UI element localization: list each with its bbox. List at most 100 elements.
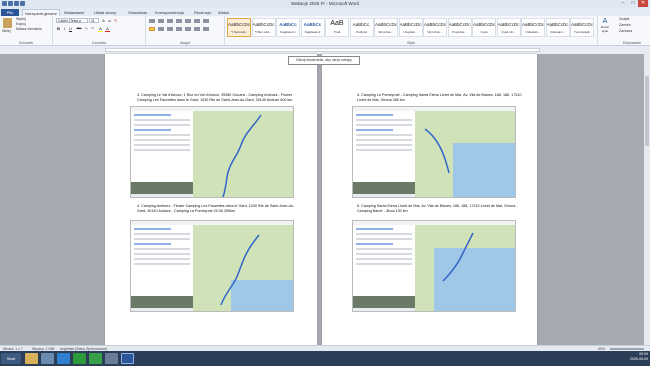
tab-references[interactable]: Odwołania <box>126 9 149 16</box>
horizontal-ruler[interactable] <box>0 46 650 54</box>
style-sample: AaBbCcDc <box>497 22 520 27</box>
route-item-4: 4. Camping Ambuez - Flower Camping Les F… <box>137 204 295 213</box>
clock-date[interactable]: 2025-06-09 <box>630 357 648 362</box>
map-screenshot-5 <box>352 106 516 198</box>
select-button[interactable]: Zaznacz <box>619 29 632 33</box>
shading-icon[interactable] <box>194 27 200 31</box>
line-spacing-icon[interactable] <box>185 27 191 31</box>
paste-icon[interactable] <box>3 18 12 28</box>
close-button[interactable]: ✕ <box>638 0 648 7</box>
style-tile[interactable]: AaBbCcDc ¶ Bez odst... <box>251 18 276 37</box>
style-tile[interactable]: AaBbCcDc Cytat intr... <box>496 18 521 37</box>
style-tile[interactable]: AaBbCcDc Pogrubie... <box>447 18 472 37</box>
style-tile[interactable]: AaBbCcDc Odwołani... <box>521 18 545 37</box>
highlight-button[interactable]: A <box>98 26 103 32</box>
strikethrough-button[interactable]: abc <box>75 26 83 31</box>
style-sample: AaBbCcDc <box>228 22 250 27</box>
shrink-font-icon[interactable]: a <box>107 18 112 23</box>
tab-review[interactable]: Recenzja <box>192 9 213 16</box>
sort-icon[interactable] <box>194 19 200 23</box>
vertical-scrollbar[interactable] <box>644 46 650 345</box>
editing-label: Edytowanie <box>622 41 642 45</box>
tab-view[interactable]: Widok <box>216 9 231 16</box>
show-formatting-icon[interactable] <box>203 19 209 23</box>
style-name: Odwołani... <box>549 30 565 34</box>
style-tile[interactable]: AaBbCcDc Uwydatn... <box>398 18 423 37</box>
style-tile[interactable]: AaBbCcDc Cytat <box>472 18 496 37</box>
style-tile[interactable]: AaBbCcDc ¶ Normalny <box>227 18 251 37</box>
style-tile[interactable]: AaBbCc Nagłówek 2 <box>300 18 325 37</box>
find-button[interactable]: Znajdź <box>619 17 630 21</box>
format-painter-button[interactable]: Malarz formatów <box>16 27 42 31</box>
style-tile[interactable]: AaBbCcDc Odwołani... <box>545 18 570 37</box>
paste-button[interactable]: Wklej <box>2 29 11 33</box>
style-sample: AaBbCcDc <box>473 22 495 27</box>
map-screenshot-4 <box>130 220 294 312</box>
font-name-combo[interactable]: Calibri (Tekst p <box>56 18 88 23</box>
app-green2-icon[interactable] <box>89 353 102 364</box>
word-taskbar-icon[interactable] <box>121 353 134 364</box>
clipboard-group: Wklej Wytnij Kopiuj Malarz formatów Scho… <box>0 16 53 45</box>
tab-file[interactable]: Plik <box>1 9 19 16</box>
clear-format-icon[interactable]: ✎ <box>113 18 118 23</box>
style-tile[interactable]: AaB Tytuł <box>325 18 349 37</box>
font-group: Calibri (Tekst p 11 A a ✎ B I U abc x₂ x… <box>53 16 146 45</box>
increase-indent-icon[interactable] <box>185 19 191 23</box>
style-name: Tytuł <box>333 30 341 34</box>
superscript-button[interactable]: x² <box>90 26 95 31</box>
justify-icon[interactable] <box>176 27 182 31</box>
align-center-icon[interactable] <box>158 27 164 31</box>
zoom-slider[interactable] <box>610 348 644 350</box>
style-tile[interactable]: AaBbCcDc Tytuł książki <box>570 18 594 37</box>
style-tile[interactable]: AaBbCc. Podtytuł <box>349 18 374 37</box>
styles-group: AaBbCcDc ¶ Normalny AaBbCcDc ¶ Bez odst... A… <box>225 16 598 45</box>
minimize-button[interactable]: – <box>618 0 628 7</box>
numbering-icon[interactable] <box>158 19 164 23</box>
route-line <box>221 114 262 197</box>
route-line <box>424 128 450 174</box>
style-tile[interactable]: AaBbCc Nagłówek 1 <box>276 18 300 37</box>
style-name: Cytat intr... <box>501 30 516 34</box>
bullets-icon[interactable] <box>149 19 155 23</box>
bold-button[interactable]: B <box>56 26 61 31</box>
align-left-icon[interactable] <box>149 27 155 31</box>
multilevel-list-icon[interactable] <box>167 19 173 23</box>
editing-group: Znajdź Zamień Zaznacz Edytowanie <box>614 16 650 45</box>
style-tile[interactable]: AaBbCcDc Wyróżnie... <box>374 18 398 37</box>
app-green-icon[interactable] <box>73 353 86 364</box>
taskbar-strip <box>353 308 415 311</box>
style-tile[interactable]: AaBbCcDc Wyróżnie... <box>423 18 447 37</box>
style-sample: AaBbCc. <box>352 22 371 27</box>
grow-font-icon[interactable]: A <box>101 18 106 23</box>
style-name: Wyróżnie... <box>378 30 394 34</box>
font-size-combo[interactable]: 11 <box>89 18 99 23</box>
font-color-button[interactable]: A <box>105 26 110 32</box>
align-right-icon[interactable] <box>167 27 173 31</box>
style-sample: AaBbCcDc <box>448 22 471 27</box>
taskbar-strip <box>131 308 193 311</box>
cut-button[interactable]: Wytnij <box>16 17 26 21</box>
change-styles-button[interactable]: A Zmień style <box>598 18 612 40</box>
style-name: Tytuł książki <box>573 30 591 34</box>
start-button[interactable]: Start <box>1 353 21 364</box>
copy-button[interactable]: Kopiuj <box>16 22 26 26</box>
tab-insert[interactable]: Wstawianie <box>62 9 86 16</box>
subscript-button[interactable]: x₂ <box>84 26 89 31</box>
underline-button[interactable]: U <box>68 26 73 31</box>
tab-mailings[interactable]: Korespondencja <box>153 9 186 16</box>
media-icon[interactable] <box>41 353 54 364</box>
taskbar: Start 09:09 2025-06-09 <box>0 351 650 366</box>
style-sample: AaBbCc <box>303 22 322 27</box>
app-blue-icon[interactable] <box>105 353 118 364</box>
map-screenshot-3 <box>130 106 294 198</box>
decrease-indent-icon[interactable] <box>176 19 182 23</box>
scrollbar-thumb[interactable] <box>645 76 649 146</box>
explorer-icon[interactable] <box>25 353 38 364</box>
replace-button[interactable]: Zamień <box>619 23 631 27</box>
italic-button[interactable]: I <box>62 26 67 31</box>
browser-icon[interactable] <box>57 353 70 364</box>
borders-icon[interactable] <box>203 27 209 31</box>
style-name: Pogrubie... <box>452 30 467 34</box>
maximize-button[interactable]: □ <box>628 0 638 7</box>
tab-page-layout[interactable]: Układ strony <box>92 9 118 16</box>
